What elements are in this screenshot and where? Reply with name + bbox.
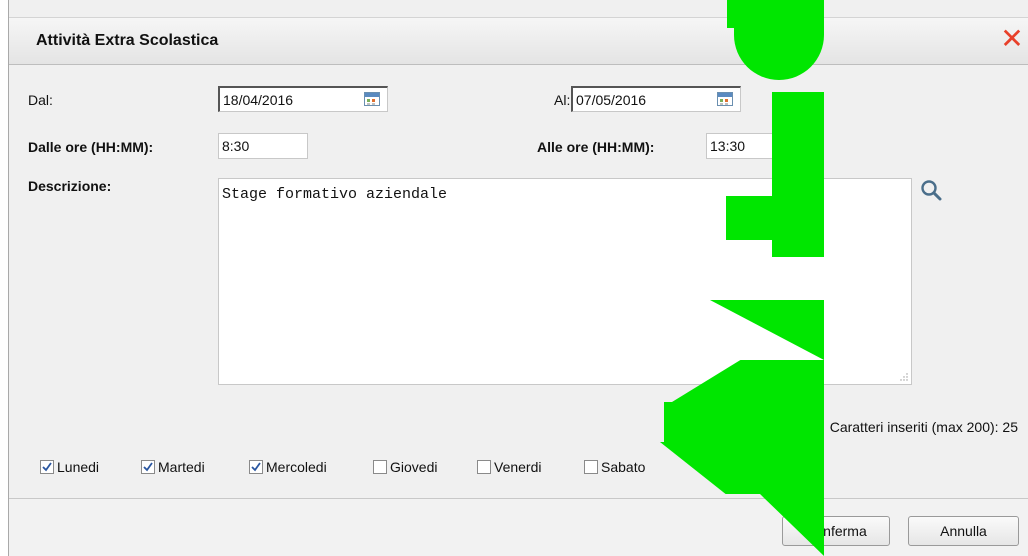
dal-label: Dal: — [28, 92, 53, 108]
checkbox[interactable] — [584, 460, 598, 474]
day-label: Venerdi — [494, 459, 542, 475]
checkbox[interactable] — [141, 460, 155, 474]
dalle-ore-value: 8:30 — [222, 138, 250, 154]
calendar-icon[interactable] — [717, 92, 733, 106]
cancel-button[interactable]: Annulla — [908, 516, 1019, 546]
resize-grip-icon[interactable] — [900, 373, 908, 381]
descrizione-label: Descrizione: — [28, 178, 112, 194]
day-label: Mercoledi — [266, 459, 327, 475]
alle-ore-value: 13:30 — [710, 138, 746, 154]
day-label: Giovedi — [390, 459, 438, 475]
descrizione-value: Stage formativo aziendale — [222, 186, 448, 203]
day-label: Sabato — [601, 459, 646, 475]
checkbox[interactable] — [40, 460, 54, 474]
search-icon[interactable] — [919, 178, 945, 204]
character-count: Caratteri inseriti (max 200): 25 — [829, 419, 1018, 435]
dalle-ore-field[interactable]: 8:30 — [218, 133, 308, 159]
al-label: Al: — [554, 92, 571, 108]
al-date-value: 07/05/2016 — [576, 92, 647, 108]
dal-date-value: 18/04/2016 — [223, 92, 294, 108]
day-label: Martedi — [158, 459, 205, 475]
extra-activity-dialog: Attività Extra Scolastica ✕ Dal: 18/04/2… — [8, 0, 1028, 556]
al-date-field[interactable]: 07/05/2016 — [571, 86, 741, 112]
alle-ore-label: Alle ore (HH:MM): — [537, 139, 655, 155]
dialog-footer: Conferma Annulla — [9, 498, 1028, 556]
checkbox[interactable] — [477, 460, 491, 474]
checkbox[interactable] — [249, 460, 263, 474]
checkbox[interactable] — [373, 460, 387, 474]
day-label: Lunedi — [57, 459, 100, 475]
dal-date-field[interactable]: 18/04/2016 — [218, 86, 388, 112]
close-icon[interactable]: ✕ — [999, 25, 1025, 53]
calendar-icon[interactable] — [364, 92, 380, 106]
dialog-titlebar: Attività Extra Scolastica ✕ — [9, 17, 1028, 65]
dalle-ore-label: Dalle ore (HH:MM): — [28, 139, 154, 155]
dialog-title: Attività Extra Scolastica — [36, 32, 219, 49]
